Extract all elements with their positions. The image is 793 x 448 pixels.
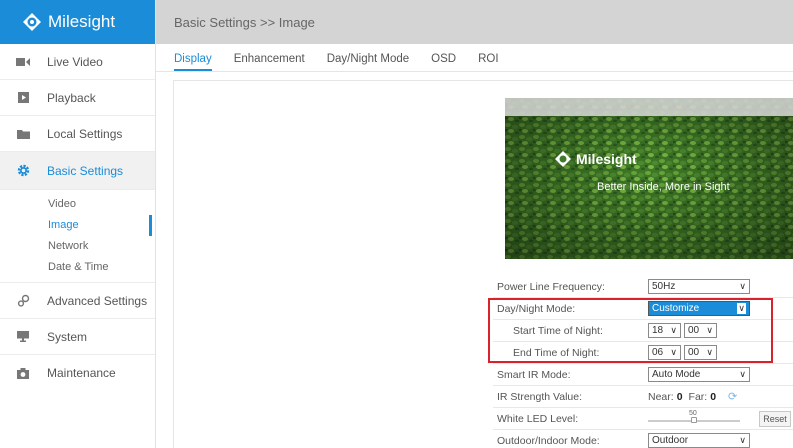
milesight-logo-icon: [23, 13, 41, 31]
slider-value: 50: [689, 409, 697, 417]
image-settings-form: Power Line Frequency: 50Hz ∨ Day/Night M…: [493, 276, 793, 448]
power-line-label: Power Line Frequency:: [497, 280, 605, 293]
end-night-row: End Time of Night: 06 ∨ 00 ∨: [493, 342, 793, 364]
chevron-down-icon: ∨: [670, 325, 677, 335]
playback-icon: [15, 91, 31, 105]
power-line-select[interactable]: 50Hz ∨: [648, 279, 750, 294]
sidebar-item-label: Local Settings: [47, 126, 123, 141]
smart-ir-label: Smart IR Mode:: [497, 368, 571, 381]
sidebar-item-playback[interactable]: Playback: [0, 80, 155, 116]
start-night-row: Start Time of Night: 18 ∨ 00 ∨: [493, 320, 793, 342]
ir-strength-label: IR Strength Value:: [497, 390, 583, 403]
end-minute-value: 00: [688, 347, 700, 358]
chevron-down-icon: ∨: [737, 303, 746, 314]
sidebar-item-maintenance[interactable]: Maintenance: [0, 355, 155, 391]
outdoor-indoor-row: Outdoor/Indoor Mode: Outdoor ∨: [493, 430, 793, 448]
sidebar-subitem-image[interactable]: Image: [0, 215, 155, 236]
tab-display[interactable]: Display: [174, 53, 212, 71]
gear-icon: [15, 164, 31, 178]
end-hour-value: 06: [652, 347, 664, 358]
sidebar-item-label: Advanced Settings: [47, 293, 148, 308]
video-icon: [15, 55, 31, 69]
tab-bar: Display Enhancement Day/Night Mode OSD R…: [156, 44, 793, 72]
brand-bar[interactable]: Milesight: [0, 0, 155, 44]
smart-ir-value: Auto Mode: [652, 369, 701, 380]
smart-ir-select[interactable]: Auto Mode ∨: [648, 367, 750, 382]
chevron-down-icon: ∨: [706, 347, 713, 357]
outdoor-indoor-select[interactable]: Outdoor ∨: [648, 433, 750, 448]
end-night-label: End Time of Night:: [513, 346, 600, 359]
folder-icon: [15, 127, 31, 141]
start-minute-value: 00: [688, 325, 700, 336]
sidebar-subitem-video[interactable]: Video: [0, 194, 155, 215]
smart-ir-row: Smart IR Mode: Auto Mode ∨: [493, 364, 793, 386]
page-header: Basic Settings >> Image: [156, 0, 793, 44]
white-led-label: White LED Level:: [497, 412, 579, 425]
white-led-slider[interactable]: 50: [648, 409, 740, 426]
sidebar-item-local-settings[interactable]: Local Settings: [0, 116, 155, 152]
chevron-down-icon: ∨: [706, 325, 713, 335]
outdoor-indoor-value: Outdoor: [652, 435, 689, 446]
start-minute-select[interactable]: 00 ∨: [684, 323, 717, 338]
slider-handle[interactable]: [691, 416, 697, 423]
sidebar-item-basic-settings[interactable]: Basic Settings: [0, 152, 155, 190]
sidebar: Milesight Live Video Playback Local Sett…: [0, 0, 156, 448]
sidebar-item-label: Basic Settings: [47, 163, 124, 178]
white-led-row: White LED Level: 50 Reset: [493, 408, 793, 430]
day-night-value: Customize: [652, 303, 700, 314]
power-line-row: Power Line Frequency: 50Hz ∨: [493, 276, 793, 298]
tab-day-night-mode[interactable]: Day/Night Mode: [327, 53, 409, 71]
basic-settings-submenu: Video Image Network Date & Time: [0, 190, 155, 283]
sidebar-item-system[interactable]: System: [0, 319, 155, 355]
start-hour-select[interactable]: 18 ∨: [648, 323, 681, 338]
app-root: Milesight Live Video Playback Local Sett…: [0, 0, 793, 448]
sidebar-subitem-network[interactable]: Network: [0, 236, 155, 257]
end-minute-select[interactable]: 00 ∨: [684, 345, 717, 360]
brand-name: Milesight: [48, 12, 116, 31]
sidebar-item-live-video[interactable]: Live Video: [0, 44, 155, 80]
breadcrumb: Basic Settings >> Image: [174, 14, 315, 30]
preview-logo-text: Milesight: [576, 151, 637, 167]
sidebar-item-label: System: [47, 329, 88, 344]
chevron-down-icon: ∨: [739, 435, 746, 445]
day-night-label: Day/Night Mode:: [497, 302, 576, 315]
sidebar-item-label: Live Video: [47, 54, 103, 69]
ir-far-label: Far:: [688, 390, 708, 403]
chevron-down-icon: ∨: [739, 369, 746, 379]
outdoor-indoor-label: Outdoor/Indoor Mode:: [497, 434, 600, 447]
start-hour-value: 18: [652, 325, 664, 336]
preview-image: Milesight Better Inside, More in Sight: [505, 98, 793, 259]
ir-far-value: 0: [710, 390, 717, 403]
tab-osd[interactable]: OSD: [431, 53, 456, 71]
camera-icon: [15, 366, 31, 380]
preview-slogan: Better Inside, More in Sight: [597, 181, 730, 193]
chevron-down-icon: ∨: [670, 347, 677, 357]
reset-button[interactable]: Reset: [759, 411, 791, 427]
live-preview[interactable]: Milesight Better Inside, More in Sight: [505, 98, 793, 259]
end-hour-select[interactable]: 06 ∨: [648, 345, 681, 360]
ir-near-value: 0: [676, 390, 683, 403]
sidebar-item-label: Maintenance: [47, 366, 116, 380]
sidebar-subitem-date-time[interactable]: Date & Time: [0, 257, 155, 278]
monitor-icon: [15, 330, 31, 344]
ir-strength-row: IR Strength Value: Near: 0 Far: 0 ⟳: [493, 386, 793, 408]
sidebar-item-advanced-settings[interactable]: Advanced Settings: [0, 283, 155, 319]
chevron-down-icon: ∨: [739, 281, 746, 291]
day-night-select[interactable]: Customize ∨: [648, 301, 750, 316]
power-line-value: 50Hz: [652, 281, 676, 292]
refresh-icon[interactable]: ⟳: [728, 390, 737, 403]
tab-roi[interactable]: ROI: [478, 53, 498, 71]
sidebar-item-label: Playback: [47, 90, 96, 105]
tab-enhancement[interactable]: Enhancement: [234, 53, 305, 71]
day-night-row: Day/Night Mode: Customize ∨: [493, 298, 793, 320]
start-night-label: Start Time of Night:: [513, 324, 603, 337]
ir-near-label: Near:: [648, 390, 674, 403]
advanced-gears-icon: [15, 294, 31, 308]
